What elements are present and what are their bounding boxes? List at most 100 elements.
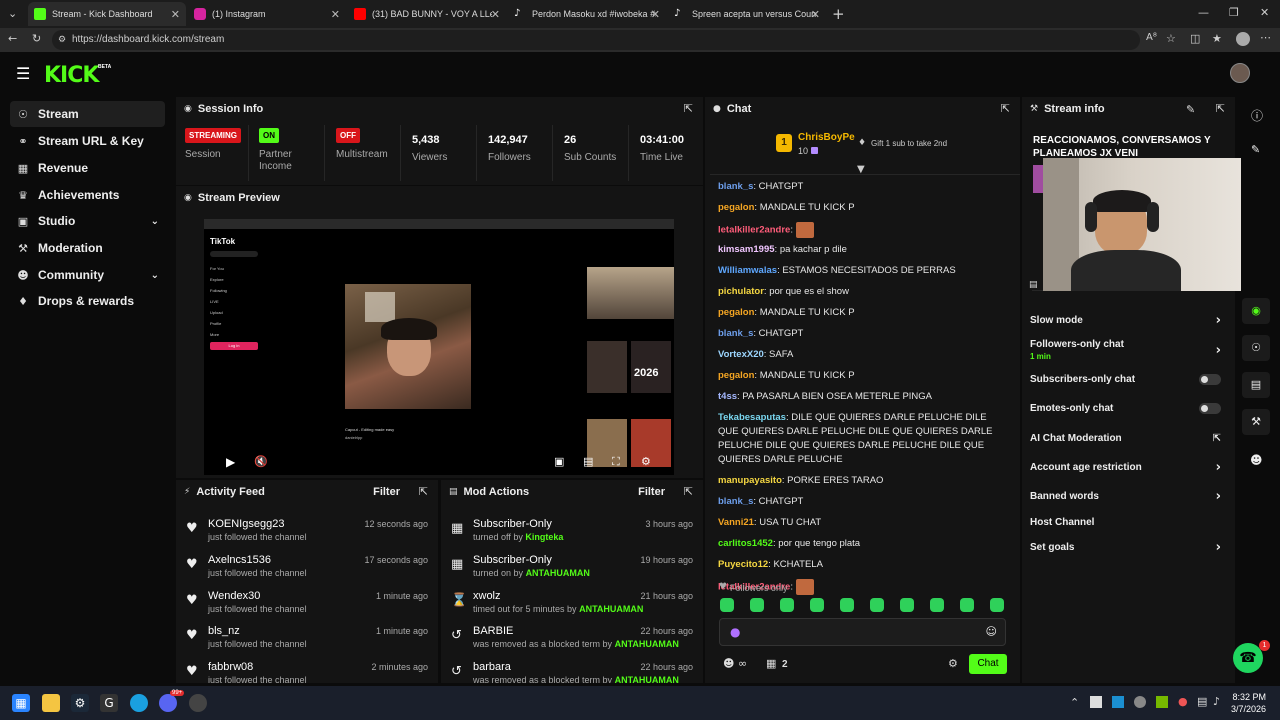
chat-username[interactable]: pegalon	[718, 307, 754, 318]
popout-icon[interactable]: ⇱	[684, 102, 693, 115]
window-close-icon[interactable]: ✕	[1260, 6, 1269, 19]
emoji-icon[interactable]: ☺	[986, 625, 997, 638]
close-tab-icon[interactable]: ✕	[491, 8, 500, 21]
new-tab-icon[interactable]: +	[832, 5, 845, 23]
tray-overflow-icon[interactable]: ⌃	[1070, 696, 1079, 709]
close-tab-icon[interactable]: ✕	[331, 8, 340, 21]
site-info-icon[interactable]: ⚙	[58, 30, 66, 50]
sidebar-item-community[interactable]: ☻ Community ⌄	[10, 262, 165, 288]
activity-filter-button[interactable]: Filter	[373, 486, 400, 498]
follower-name[interactable]: bls_nz	[208, 625, 240, 637]
popout-icon[interactable]: ⇱	[419, 485, 428, 498]
file-explorer-icon[interactable]	[42, 694, 60, 712]
follower-name[interactable]: fabbrw08	[208, 661, 253, 673]
settings-gear-icon[interactable]: ⚙	[641, 455, 651, 468]
mute-icon[interactable]: 🔇	[254, 455, 268, 468]
chat-username[interactable]: t4ss	[718, 391, 737, 402]
sidebar-item-stream-url-key[interactable]: ⚭ Stream URL & Key	[10, 128, 165, 154]
chat-username[interactable]: Tekabesaputas	[718, 412, 786, 423]
moderator-name[interactable]: ANTAHUAMAN	[579, 604, 643, 614]
close-tab-icon[interactable]: ✕	[171, 8, 180, 21]
refresh-icon[interactable]: ↻	[32, 32, 41, 45]
play-icon[interactable]: ▶	[226, 455, 235, 469]
setting-host-channel[interactable]: Host Channel	[1030, 517, 1225, 528]
top-gifter-name[interactable]: ChrisBoyPe	[798, 132, 855, 143]
emote-button[interactable]	[870, 598, 884, 612]
pip-icon[interactable]: ▣	[554, 455, 564, 468]
emote-button[interactable]	[900, 598, 914, 612]
chat-username[interactable]: kimsam1995	[718, 244, 775, 255]
chat-emote[interactable]	[795, 222, 814, 238]
microphone-icon[interactable]: ●	[730, 625, 740, 639]
chat-settings-icon[interactable]: ▤	[1029, 280, 1038, 290]
emotes-only-toggle[interactable]	[1199, 403, 1221, 414]
moderator-name[interactable]: ANTAHUAMAN	[615, 639, 679, 649]
emote-button[interactable]	[780, 598, 794, 612]
chat-username[interactable]: blank_s	[718, 496, 753, 507]
follower-name[interactable]: KOENIgsegg23	[208, 518, 284, 530]
discord-icon[interactable]	[159, 694, 177, 712]
tray-steam-icon[interactable]	[1112, 696, 1124, 708]
volume-icon[interactable]: ♪	[1213, 695, 1220, 708]
emote-button[interactable]	[960, 598, 974, 612]
minimize-icon[interactable]: —	[1198, 6, 1209, 19]
chat-username[interactable]: letalkiller2andre	[718, 225, 790, 236]
setting-emotes-only[interactable]: Emotes-only chat	[1030, 403, 1225, 414]
edit-pencil-icon[interactable]: ✎	[1251, 143, 1260, 156]
emote-button[interactable]	[810, 598, 824, 612]
chat-username[interactable]: Williamwalas	[718, 265, 777, 276]
infinity-icon[interactable]: ∞	[738, 657, 747, 670]
tray-app-icon[interactable]	[1090, 696, 1102, 708]
setting-ai-chat-moderation[interactable]: AI Chat Moderation ⇱	[1030, 433, 1225, 444]
setting-account-age[interactable]: Account age restriction ›	[1030, 460, 1225, 475]
maximize-icon[interactable]: ❐	[1229, 6, 1239, 19]
popout-icon[interactable]: ⇱	[1216, 102, 1225, 115]
steam-icon[interactable]: ⚙	[71, 694, 89, 712]
moderator-name[interactable]: Kingteka	[525, 532, 563, 542]
sidebar-item-achievements[interactable]: ♛ Achievements	[10, 182, 165, 208]
popout-icon[interactable]: ⇱	[1001, 102, 1010, 115]
setting-subscribers-only[interactable]: Subscribers-only chat	[1030, 374, 1225, 385]
tab-youtube[interactable]: (31) BAD BUNNY - VOY A LLeVART ✕	[348, 2, 506, 26]
edit-pencil-icon[interactable]: ✎	[1186, 103, 1195, 116]
read-aloud-icon[interactable]: A⁸	[1146, 32, 1157, 43]
sidebar-item-revenue[interactable]: ▦ Revenue	[10, 155, 165, 181]
tab-tiktok-2[interactable]: ♪ Spreen acepta un versus Counter ✕	[668, 2, 826, 26]
close-tab-icon[interactable]: ✕	[811, 8, 820, 21]
follower-name[interactable]: Axelncs1536	[208, 554, 271, 566]
theater-icon[interactable]: ▤	[583, 455, 593, 468]
more-options-icon[interactable]: ⋯	[1260, 31, 1271, 44]
emote-button[interactable]	[930, 598, 944, 612]
favorite-star-icon[interactable]: ☆	[1166, 32, 1176, 45]
emote-button[interactable]	[990, 598, 1004, 612]
tab-menu-icon[interactable]: ⌄	[8, 7, 17, 20]
obs-icon[interactable]	[189, 694, 207, 712]
chat-emote[interactable]	[795, 579, 814, 595]
send-chat-button[interactable]: Chat	[969, 654, 1007, 674]
app-g-icon[interactable]: G	[100, 694, 118, 712]
setting-followers-only[interactable]: Followers-only chat 1 min ›	[1030, 339, 1225, 361]
close-tab-icon[interactable]: ✕	[651, 8, 660, 21]
pinned-gift-icon[interactable]: ▦	[766, 657, 776, 670]
tray-nvidia-icon[interactable]	[1156, 696, 1168, 708]
back-icon[interactable]: ←	[8, 32, 17, 45]
edge-browser-icon[interactable]	[130, 694, 148, 712]
rail-layout-button[interactable]: ▤	[1242, 372, 1270, 398]
setting-slow-mode[interactable]: Slow mode ›	[1030, 313, 1225, 328]
tab-tiktok-1[interactable]: ♪ Perdon Masoku xd #iwobeka #ma ✕	[508, 2, 666, 26]
rail-chat-button[interactable]: ◉	[1242, 298, 1270, 324]
hamburger-menu-icon[interactable]: ☰	[16, 64, 30, 83]
fullscreen-icon[interactable]: ⛶	[612, 455, 620, 469]
chat-username[interactable]: pegalon	[718, 370, 754, 381]
tab-kick-dashboard[interactable]: Stream - Kick Dashboard ✕	[28, 2, 186, 26]
moderator-name[interactable]: ANTAHUAMAN	[526, 568, 590, 578]
chat-username[interactable]: blank_s	[718, 181, 753, 192]
rail-tools-button[interactable]: ⚒	[1242, 409, 1270, 435]
user-avatar[interactable]	[1230, 63, 1250, 83]
follower-name[interactable]: Wendex30	[208, 590, 260, 602]
url-input[interactable]: ⚙ https://dashboard.kick.com/stream	[52, 30, 1140, 50]
sidebar-item-stream[interactable]: ☉ Stream	[10, 101, 165, 127]
kick-logo[interactable]: KICK	[44, 63, 99, 88]
sidebar-item-moderation[interactable]: ⚒ Moderation	[10, 235, 165, 261]
chat-username[interactable]: Puyecito12	[718, 559, 768, 570]
